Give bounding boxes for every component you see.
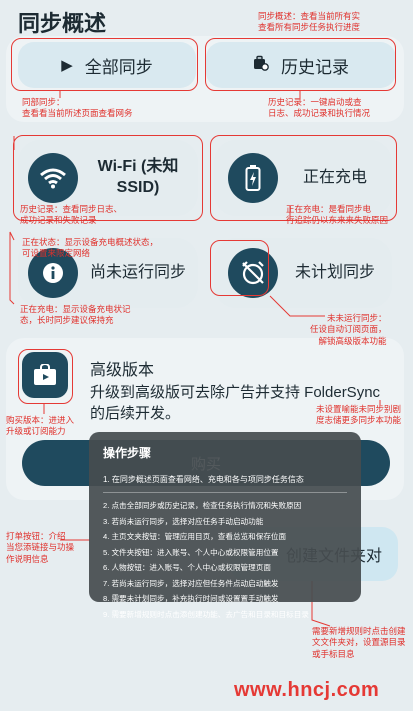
guide-step: 3. 若尚未运行同步，选择对应任务手动启动功能 — [103, 516, 264, 526]
note-all-sync: 同部同步： 查看看当前所述页面查看网务 — [22, 97, 133, 119]
highlight-all-sync — [11, 38, 198, 91]
note-not-scheduled: 未未运行同步： 任设自动订阅页面， 解锁高级版本功能 — [310, 313, 387, 346]
highlight-history — [205, 38, 396, 91]
note-status: 正在状态：显示设备充电概述状态， 可设置来限定网络 — [22, 237, 159, 259]
not-scheduled-label: 未计划同步 — [294, 263, 375, 281]
guide-steps: 2. 点击全部同步或历史记录，检查任务执行情况和失败原因 3. 若尚未运行同步，… — [103, 498, 347, 622]
guide-step: 5. 文件夹按钮：进入账号、个人中心或权限管用位置 — [103, 547, 279, 557]
guide-step: 9. 需要新增规则时点击添创建功能、去广告和目录和目标目录 — [103, 609, 309, 619]
guide-step: 6. 人物按钮：进入账号、个人中心或权限管理页面 — [103, 563, 271, 572]
note-charge-state: 正在充电：显示设备充电状记 态，长时同步建议保持充 — [20, 304, 131, 326]
operation-guide-popup: 操作步骤 1. 在同步概述页面查看网络、充电和各与项同步任务信态 2. 点击全部… — [89, 432, 361, 619]
note-overview: 同步概述：查看当前所有实 查看所有同步任务执行进度 — [258, 11, 361, 33]
note-ads: 未设置喻能未同步别剧 度志储更多同步本功能 — [316, 404, 402, 426]
guide-title: 操作步骤 — [103, 446, 152, 460]
watermark-text: www.hncj.com — [234, 679, 380, 701]
note-wifi: 历史记录：查看同步日志、 成功记录和失败记录 — [20, 204, 123, 226]
note-history: 历史记录：一键启动或查 日志、成功记录和执行情况 — [268, 97, 371, 119]
note-fab: 打单按钮：介绍 当您添链接与功操 作说明信息 — [6, 531, 75, 564]
highlight-not-scheduled-icon — [210, 240, 269, 296]
guide-step: 4. 主页文夹按钮：管理应用目页，查看总览和保存位面 — [103, 532, 287, 541]
sync-overview-title: 同步概述 — [18, 11, 107, 36]
note-buy: 购买版本：进进入 升级或订阅能力 — [6, 415, 75, 437]
not-run-label: 尚未运行同步 — [89, 263, 186, 281]
highlight-pro-icon — [18, 349, 73, 404]
note-rule: 需要新增规则时点击创建 文文件夹对，设置源目录 或手标目息 — [312, 626, 406, 659]
guide-step: 8. 需要未计划同步，补充执行时间或设置置手动触发 — [103, 594, 279, 603]
guide-step: 2. 点击全部同步或历史记录，检查任务执行情况和失败原因 — [103, 501, 302, 510]
guide-first-step: 1. 在同步概述页面查看网络、充电和各与项同步任务信态 — [103, 469, 347, 493]
guide-step: 7. 若尚未运行同步，选择对应但任务件点动启动触发 — [103, 578, 279, 588]
note-charging: 正在充电：是看同步电 行追踪仍以东来来失败原因 — [286, 204, 389, 226]
pro-title: 高级版本 — [90, 362, 155, 379]
app-screen: 同步概述 ▶ 全部同步 历史记录 Wi-Fi (未知 SSID) 正在充电 尚未… — [0, 0, 413, 711]
